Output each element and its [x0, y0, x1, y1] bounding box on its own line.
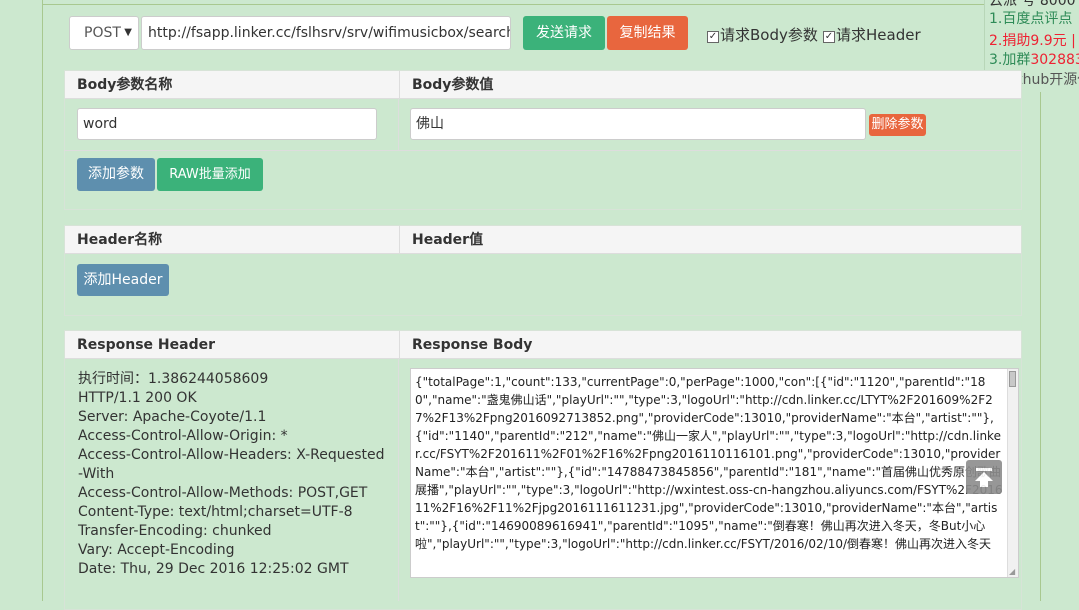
method-select[interactable]: POST ▼ [69, 16, 139, 50]
response-header-line: HTTP/1.1 200 OK [78, 390, 197, 406]
add-param-button[interactable]: 添加参数 [77, 158, 155, 191]
method-value: POST [84, 25, 121, 41]
response-header-line: Vary: Accept-Encoding [78, 542, 235, 558]
frame-border-top [42, 4, 1040, 5]
back-to-top-button[interactable] [966, 460, 1002, 494]
copy-result-button[interactable]: 复制结果 [607, 16, 688, 50]
info-line-3[interactable]: 3.加群302883 [989, 49, 1079, 69]
response-body-scrollbar[interactable] [1007, 369, 1018, 577]
info-line-3-number: 302883 [1030, 52, 1079, 68]
response-col-divider [398, 358, 399, 601]
info-line-2[interactable]: 2.捐助9.9元 | 谷 [989, 30, 1079, 50]
body-params-toggle-label: 请求Body参数 [720, 26, 818, 44]
response-body-textarea[interactable]: {"totalPage":1,"count":133,"currentPage"… [410, 368, 1019, 578]
response-header-line: Content-Type: text/html;charset=UTF-8 [78, 504, 353, 520]
info-line-1[interactable]: 1.百度点评点 [989, 8, 1072, 28]
header-params-header-row: Header名称 Header值 [65, 226, 1021, 254]
header-params-panel: Header名称 Header值 [64, 225, 1022, 316]
response-header-line: Date: Thu, 29 Dec 2016 12:25:02 GMT [78, 561, 349, 577]
response-body-text: {"totalPage":1,"count":133,"currentPage"… [415, 375, 1003, 551]
header-name-header: Header名称 [77, 232, 163, 248]
header-params-toggle-label: 请求Header [836, 26, 921, 44]
header-params-toggle[interactable]: ✓ 请求Header [823, 24, 921, 45]
response-body-title: Response Body [399, 331, 1023, 359]
response-header-line: Access-Control-Allow-Origin: * [78, 428, 288, 444]
body-param-value-input[interactable]: 佛山 [410, 108, 866, 140]
response-header-title: Response Header [77, 337, 215, 353]
resize-grip-icon[interactable]: ◢ [1009, 568, 1017, 576]
response-header-line: 执行时间：1.386244058609 [78, 371, 269, 387]
body-param-name-header: Body参数名称 [77, 77, 173, 93]
chevron-down-icon: ▼ [124, 27, 132, 38]
body-params-col-divider [398, 98, 399, 150]
arrow-up-icon [975, 468, 993, 487]
checkbox-checked-icon[interactable]: ✓ [707, 31, 719, 43]
body-param-value-header: Body参数值 [399, 71, 1023, 99]
add-header-button[interactable]: 添加Header [77, 264, 169, 296]
body-params-toggle[interactable]: ✓ 请求Body参数 [707, 24, 818, 45]
response-header-line: Server: Apache-Coyote/1.1 [78, 409, 267, 425]
body-params-header-row: Body参数名称 Body参数值 [65, 71, 1021, 99]
frame-border-left [42, 0, 43, 601]
info-line-3-prefix: 3.加群 [989, 52, 1031, 68]
url-input[interactable]: http://fsapp.linker.cc/fslhsrv/srv/wifim… [141, 16, 511, 50]
body-params-row-divider [64, 150, 1022, 151]
response-header-line: Access-Control-Allow-Methods: POST,GET [78, 485, 368, 501]
response-header-line: Access-Control-Allow-Headers: X-Requeste… [78, 447, 385, 482]
body-param-name-input[interactable]: word [77, 108, 377, 140]
scroll-thumb[interactable] [1009, 371, 1016, 387]
checkbox-checked-icon[interactable]: ✓ [823, 31, 835, 43]
response-header-row: Response Header Response Body [65, 331, 1021, 359]
send-request-button[interactable]: 发送请求 [523, 16, 605, 50]
header-value-header: Header值 [399, 226, 1023, 254]
raw-batch-add-button[interactable]: RAW批量添加 [157, 158, 263, 191]
delete-param-button[interactable]: 删除参数 [869, 114, 926, 136]
response-header-line: Transfer-Encoding: chunked [78, 523, 272, 539]
response-header-text: 执行时间：1.386244058609 HTTP/1.1 200 OK Serv… [78, 370, 388, 579]
